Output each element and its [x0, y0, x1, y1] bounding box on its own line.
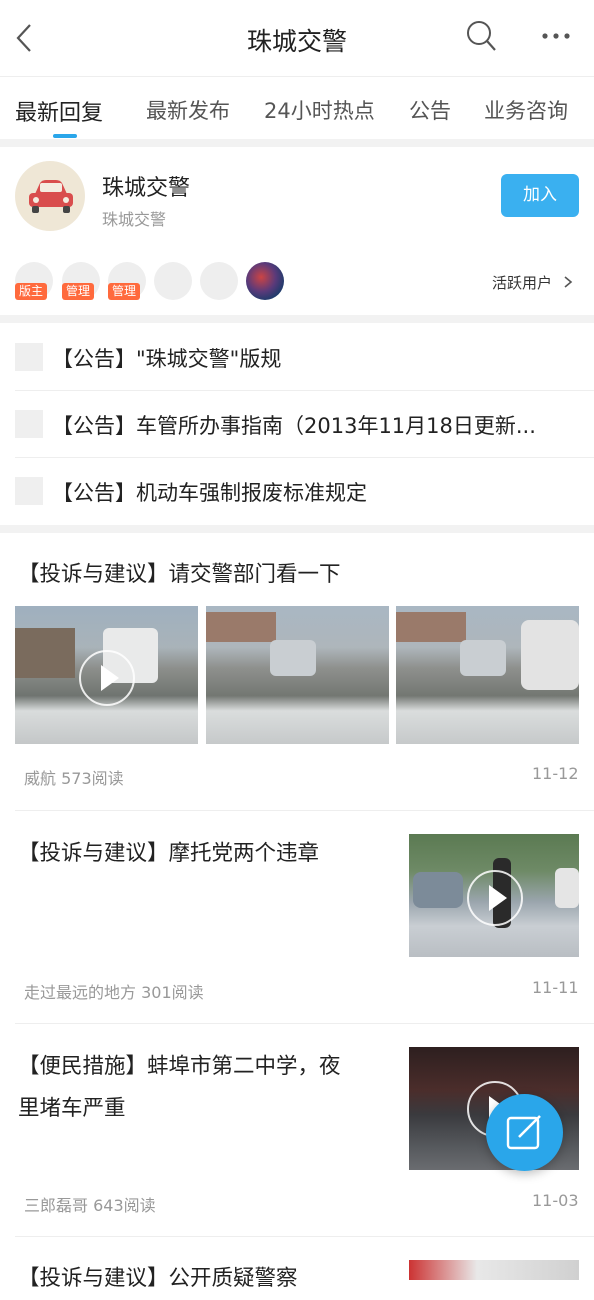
notice-text: 【公告】机动车强制报废标准规定: [52, 481, 367, 505]
post-image[interactable]: [396, 606, 579, 744]
forum-name: 珠城交警: [102, 176, 191, 201]
notice-icon: [15, 343, 43, 371]
tab-notice[interactable]: 公告: [409, 95, 451, 125]
notice-item[interactable]: 【公告】车管所办事指南（2013年11月18日更新...: [15, 390, 594, 458]
tab-24h-hot[interactable]: 24小时热点: [264, 95, 375, 125]
edit-icon: [506, 1115, 541, 1150]
play-icon: [467, 870, 523, 926]
active-tab-indicator: [53, 134, 77, 138]
car-icon: [29, 180, 73, 213]
user-avatar[interactable]: [200, 262, 238, 300]
post-title[interactable]: 【投诉与建议】请交警部门看一下: [18, 554, 341, 596]
post-image[interactable]: [15, 606, 198, 744]
section-gap: [0, 525, 594, 533]
forum-avatar[interactable]: [15, 161, 85, 231]
tab-bar: 最新回复 最新发布 24小时热点 公告 业务咨询: [0, 77, 594, 137]
notice-item[interactable]: 【公告】"珠城交警"版规: [15, 323, 594, 391]
more-icon[interactable]: [541, 30, 573, 42]
page-title: 珠城交警: [246, 27, 347, 56]
join-button[interactable]: 加入: [501, 174, 579, 217]
active-users-label: 活跃用户: [492, 274, 553, 292]
post-title-line: 【便民措施】蚌埠市第二中学，夜: [18, 1054, 341, 1079]
top-bar: 珠城交警: [0, 0, 594, 77]
tab-latest-reply[interactable]: 最新回复: [15, 95, 103, 127]
post-title-line: 里堵车严重: [18, 1096, 126, 1121]
compose-button[interactable]: [486, 1094, 563, 1171]
post-date: 11-11: [532, 978, 579, 997]
post-title[interactable]: 【投诉与建议】公开质疑警察: [18, 1258, 398, 1300]
moderator-badge: 版主: [15, 283, 48, 300]
tab-latest-post[interactable]: 最新发布: [146, 95, 230, 125]
tab-business-consult[interactable]: 业务咨询: [484, 95, 568, 125]
divider: [15, 1236, 594, 1237]
post-title[interactable]: 【便民措施】蚌埠市第二中学，夜 里堵车严重: [18, 1046, 398, 1130]
admin-badge: 管理: [62, 283, 95, 300]
user-avatar[interactable]: [246, 262, 284, 300]
post-meta: 三郎磊哥 643阅读: [24, 1196, 156, 1215]
notice-icon: [15, 477, 43, 505]
active-users-link[interactable]: 活跃用户: [492, 272, 575, 293]
post-image[interactable]: [409, 1260, 579, 1280]
user-avatar[interactable]: [154, 262, 192, 300]
divider: [15, 810, 594, 811]
play-icon: [79, 650, 135, 706]
chevron-right-icon: [564, 276, 573, 288]
forum-subtitle: 珠城交警: [102, 210, 167, 229]
notice-item[interactable]: 【公告】机动车强制报废标准规定: [15, 457, 594, 524]
admin-badge: 管理: [108, 283, 141, 300]
section-gap: [0, 315, 594, 323]
notice-icon: [15, 410, 43, 438]
post-image[interactable]: [206, 606, 389, 744]
post-title[interactable]: 【投诉与建议】摩托党两个违章: [18, 833, 398, 875]
section-gap: [0, 139, 594, 147]
divider: [15, 1023, 594, 1024]
post-image[interactable]: [409, 834, 579, 957]
post-meta: 威航 573阅读: [24, 769, 124, 788]
notice-text: 【公告】车管所办事指南（2013年11月18日更新...: [52, 414, 536, 438]
search-icon[interactable]: [466, 20, 498, 54]
post-date: 11-12: [532, 764, 579, 783]
post-meta: 走过最远的地方 301阅读: [24, 983, 204, 1002]
post-date: 11-03: [532, 1191, 579, 1210]
notice-text: 【公告】"珠城交警"版规: [52, 347, 282, 371]
